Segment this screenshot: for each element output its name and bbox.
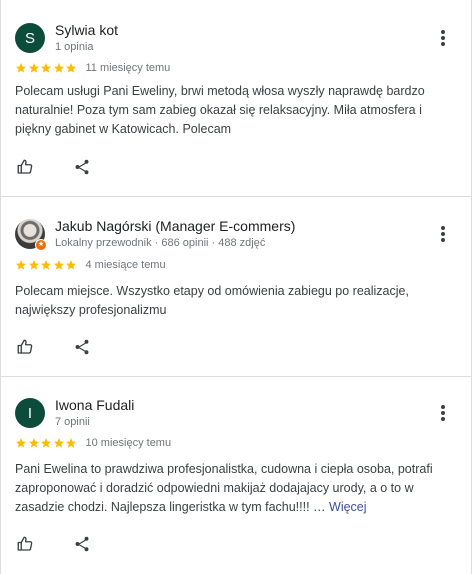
review-date: 4 miesiące temu [85,259,166,271]
avatar[interactable]: I [15,398,45,428]
avatar[interactable]: S [15,23,45,53]
more-options-icon[interactable] [435,224,451,244]
review-card: S Sylwia kot 1 opinia 11 miesięcy temu P… [1,0,471,197]
reviewer-info: Sylwia kot 1 opinia [55,22,118,54]
star-icon [41,260,51,270]
like-icon[interactable] [15,157,35,177]
like-icon[interactable] [15,337,35,357]
review-text: Polecam usługi Pani Eweliny, brwi metodą… [15,84,425,136]
read-more-link[interactable]: Więcej [329,500,367,514]
review-date: 11 miesięcy temu [85,62,171,74]
star-icon [66,63,76,73]
review-rating: 11 miesięcy temu [15,62,170,74]
review-text: Pani Ewelina to prawdziwa profesjonalist… [15,460,455,517]
star-icon [66,260,76,270]
reviewer-meta: Lokalny przewodnik · 686 opinii · 488 zd… [55,237,266,249]
reviewer-info: Iwona Fudali 7 opinii [55,397,134,429]
review-rating: 4 miesiące temu [15,259,166,271]
more-options-icon[interactable] [435,403,451,423]
share-icon[interactable] [72,337,92,357]
review-rating: 10 miesięcy temu [15,437,171,449]
star-icon [53,260,64,270]
review-header: I Iwona Fudali 7 opinii [15,395,134,431]
review-text-body: Pani Ewelina to prawdziwa profesjonalist… [15,462,433,514]
avatar[interactable]: ★ [15,219,47,251]
star-icon [16,260,26,270]
avatar-letter: S [24,29,35,47]
review-date: 10 miesięcy temu [85,437,172,449]
review-actions [15,534,92,554]
star-icon [41,438,51,448]
reviews-list: S Sylwia kot 1 opinia 11 miesięcy temu P… [0,0,472,574]
star-icon [28,260,39,270]
star-icon [66,438,76,448]
star-rating [15,437,78,449]
review-actions [15,157,92,177]
review-text: Polecam miejsce. Wszystko etapy od omówi… [15,284,409,317]
star-icon [16,63,26,73]
reviewer-name[interactable]: Jakub Nagórski (Manager E-commers) [55,218,295,235]
review-actions [15,337,92,357]
star-icon [53,63,64,73]
star-rating [15,62,78,74]
star-icon [28,63,39,73]
star-rating [15,259,78,271]
avatar-letter: I [27,404,33,422]
reviewer-name[interactable]: Sylwia kot [55,22,118,39]
reviewer-name[interactable]: Iwona Fudali [55,397,134,414]
reviewer-info: Jakub Nagórski (Manager E-commers) Lokal… [55,218,295,250]
share-icon[interactable] [72,534,92,554]
star-icon [41,63,51,73]
star-icon [53,438,64,448]
reviewer-meta: 7 opinii [55,416,90,428]
local-guide-badge-icon: ★ [35,239,47,251]
review-header: ★ Jakub Nagórski (Manager E-commers) Lok… [15,216,295,252]
review-header: S Sylwia kot 1 opinia [15,20,118,56]
share-icon[interactable] [72,157,92,177]
like-icon[interactable] [15,534,35,554]
more-options-icon[interactable] [435,28,451,48]
star-icon [16,438,26,448]
reviewer-meta: 1 opinia [55,41,94,53]
star-icon [28,438,39,448]
